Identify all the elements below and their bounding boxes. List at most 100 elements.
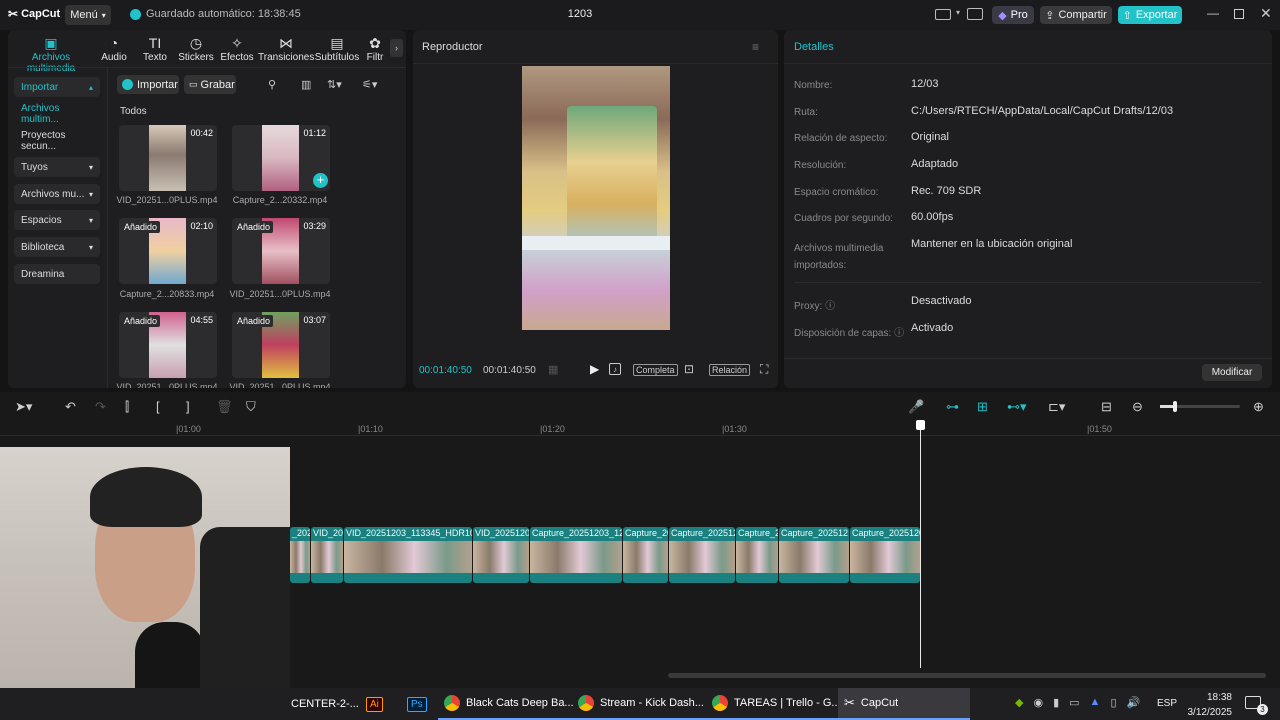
sidebar-item-yours[interactable]: Tuyos ▾ <box>14 157 100 177</box>
pro-button[interactable]: ◆ Pro <box>992 6 1034 24</box>
timeline-clip[interactable]: Capture_202512 <box>779 527 849 583</box>
hamburger-icon[interactable]: ≡ <box>752 40 759 54</box>
full-quality-button[interactable]: Completa <box>633 364 678 376</box>
sort-icon[interactable]: ⇅▾ <box>327 78 342 91</box>
media-filename: VID_20251...0PLUS.mp4 <box>229 289 331 299</box>
split-right-icon[interactable]: ] <box>186 399 190 414</box>
info-icon[interactable]: ⓘ <box>894 328 904 339</box>
timeline-clip[interactable]: VID_20251203_113345_HDR10PL <box>344 527 472 583</box>
auto-snap-icon[interactable]: ⊞ <box>977 399 988 415</box>
shield-icon[interactable]: ⛉ <box>246 399 256 415</box>
add-to-timeline-button[interactable]: + <box>313 173 328 188</box>
playhead-handle[interactable] <box>916 420 925 430</box>
display-icon[interactable]: ▭ <box>1069 696 1079 709</box>
playhead[interactable] <box>920 422 921 668</box>
media-thumbnail[interactable]: Añadido 02:10 <box>119 218 217 284</box>
tiktok-icon[interactable]: ♪ <box>609 363 621 375</box>
tab-effects[interactable]: ✧ Efectos <box>213 35 261 63</box>
layout-icon[interactable] <box>935 9 951 20</box>
play-button[interactable]: ▶ <box>590 362 599 376</box>
close-icon[interactable]: ✕ <box>1260 5 1272 22</box>
sidebar-item-secondary-projects[interactable]: Proyectos secun... <box>14 130 100 152</box>
zoom-out-icon[interactable]: ⊖ <box>1132 399 1143 415</box>
modify-button[interactable]: Modificar <box>1202 364 1262 381</box>
timeline-view-icon[interactable]: ▦ <box>548 363 558 376</box>
project-title[interactable]: 1203 <box>560 8 600 20</box>
split-icon[interactable]: ⫿ <box>125 399 129 415</box>
taskbar-item-chrome[interactable]: Black Cats Deep Ba... <box>438 688 580 720</box>
filter-icon[interactable]: ⚟▾ <box>362 78 377 91</box>
sidebar-item-media-files[interactable]: Archivos multim... <box>14 103 100 125</box>
timeline-clip[interactable]: Capture_2025120 <box>850 527 920 583</box>
timeline-clip[interactable]: Capture_20251203_120 <box>530 527 622 583</box>
export-button[interactable]: ⇧ Exportar <box>1118 6 1182 24</box>
sidebar-item-import[interactable]: Importar ▴ <box>14 77 100 97</box>
media-thumbnail[interactable]: Añadido 03:29 <box>232 218 330 284</box>
zoom-slider-thumb[interactable] <box>1173 401 1177 412</box>
share-button[interactable]: ⇪ Compartir <box>1040 6 1112 24</box>
tab-media[interactable]: ▣ Archivos multimedia <box>10 35 92 74</box>
zoom-slider[interactable] <box>1160 401 1240 412</box>
main-track-magnet-icon[interactable]: ⊶ <box>946 399 959 415</box>
media-thumbnail[interactable]: 01:12 + <box>232 125 330 191</box>
undo-icon[interactable]: ↶ <box>65 399 76 415</box>
microphone-tray-icon[interactable]: ▮ <box>1053 696 1059 709</box>
clock[interactable]: 18:38 3/12/2025 <box>1184 690 1233 720</box>
media-thumbnail[interactable]: Añadido 03:07 <box>232 312 330 378</box>
timeline-clip[interactable]: Capture_20 <box>623 527 668 583</box>
app-tray-icon[interactable]: ▲ <box>1090 696 1101 709</box>
nvidia-icon[interactable]: ◆ <box>1015 696 1023 709</box>
volume-icon[interactable]: 🔊 <box>1127 696 1141 709</box>
search-icon[interactable]: ⚲ <box>268 78 276 91</box>
taskbar-item-capcut[interactable]: ✂ CapCut <box>838 688 970 720</box>
detail-label: Relación de aspecto: <box>794 133 888 144</box>
taskbar-item-photoshop[interactable]: Ps <box>401 688 439 720</box>
aspect-ratio-button[interactable]: Relación <box>709 364 751 376</box>
fullscreen-icon[interactable]: ⛶ <box>760 362 768 377</box>
snapshot-icon[interactable]: ⊡ <box>684 362 694 376</box>
menu-button[interactable]: Menú ▾ <box>65 5 111 25</box>
import-button[interactable]: Importar <box>117 75 179 94</box>
timeline-clip[interactable]: VID_2025120 <box>473 527 529 583</box>
sidebar-item-dreamina[interactable]: Dreamina <box>14 264 100 284</box>
restore-icon[interactable] <box>1234 9 1244 19</box>
tab-transitions[interactable]: ⋈ Transiciones <box>258 35 314 63</box>
tab-subtitles[interactable]: ▤ Subtítulos <box>313 35 361 63</box>
media-thumbnail[interactable]: Añadido 04:55 <box>119 312 217 378</box>
sidebar-item-spaces[interactable]: Espacios ▾ <box>14 210 100 230</box>
shortcuts-icon[interactable] <box>967 8 983 20</box>
sidebar-item-media-library[interactable]: Archivos mu... ▾ <box>14 184 100 204</box>
select-tool-icon[interactable]: ➤▾ <box>15 399 32 415</box>
redo-icon[interactable]: ↷ <box>95 399 106 415</box>
network-icon[interactable]: ◉ <box>1033 696 1043 709</box>
delete-icon[interactable]: 🗑 <box>216 399 233 415</box>
tab-filters[interactable]: ✿ Filtr <box>362 35 388 63</box>
timeline-clip[interactable]: _202 <box>290 527 310 583</box>
taskbar-item[interactable]: CENTER-2-... <box>285 688 365 720</box>
grid-view-icon[interactable]: ▥ <box>301 78 311 91</box>
chevron-down-icon[interactable]: ▾ <box>956 8 960 17</box>
zoom-in-icon[interactable]: ⊕ <box>1253 399 1264 415</box>
preview-axis-icon[interactable]: ⊏▾ <box>1048 399 1065 415</box>
fit-timeline-icon[interactable]: ⊟ <box>1101 399 1112 415</box>
tabs-scroll-right-button[interactable]: › <box>390 39 403 57</box>
media-icon: ▣ <box>44 35 58 51</box>
taskbar-item-illustrator[interactable]: Ai <box>360 688 395 720</box>
video-preview[interactable] <box>522 66 670 330</box>
timeline-clip[interactable]: Capture_2 <box>736 527 778 583</box>
taskbar-item-chrome[interactable]: Stream - Kick Dash... <box>572 688 710 720</box>
minimize-icon[interactable]: — <box>1207 6 1219 20</box>
media-thumbnail[interactable]: 00:42 <box>119 125 217 191</box>
link-icon[interactable]: ⊷▾ <box>1007 399 1027 415</box>
taskbar-item-chrome[interactable]: TAREAS | Trello - G... <box>706 688 847 720</box>
split-left-icon[interactable]: [ <box>156 399 160 414</box>
microphone-icon[interactable]: 🎤 <box>908 399 924 415</box>
sidebar-item-library[interactable]: Biblioteca ▾ <box>14 237 100 257</box>
battery-icon[interactable]: ▯ <box>1110 696 1116 709</box>
timeline-clip[interactable]: VID_202 <box>311 527 343 583</box>
timeline-clip[interactable]: Capture_2025120 <box>669 527 735 583</box>
language-indicator[interactable]: ESP <box>1157 698 1177 709</box>
timeline-scrollbar[interactable] <box>668 673 1266 678</box>
info-icon[interactable]: ⓘ <box>825 301 835 312</box>
record-button[interactable]: ▭ Grabar <box>184 75 236 94</box>
